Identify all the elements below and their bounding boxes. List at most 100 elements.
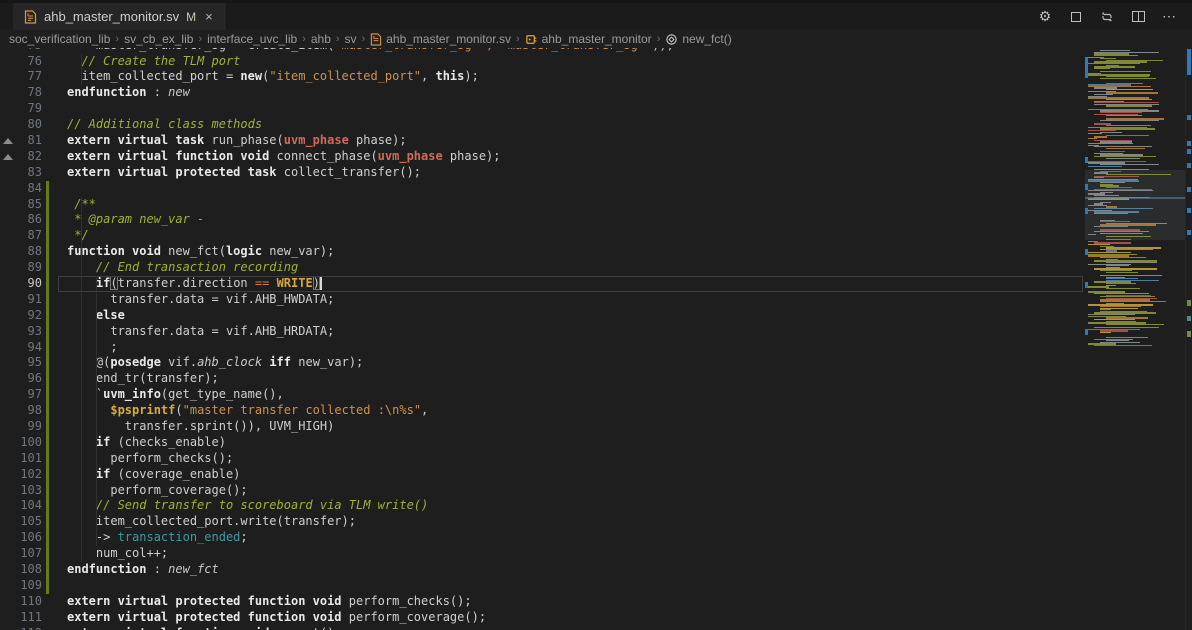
code-line[interactable]: 99 transfer.sprint()), UVM_HIGH)	[0, 419, 1085, 435]
code-line[interactable]: 90 if(transfer.direction == WRITE)	[0, 276, 1085, 292]
gutter-glyph-margin	[0, 546, 16, 562]
minimap-change-marker	[1085, 184, 1088, 190]
code-line[interactable]: 104 // Send transfer to scoreboard via T…	[0, 498, 1085, 514]
gutter-marker-icon	[0, 133, 16, 149]
tab-close-icon[interactable]: ×	[203, 9, 215, 24]
overview-ruler-marker	[1187, 230, 1191, 235]
gutter-glyph-margin	[0, 244, 16, 260]
more-actions-icon[interactable]: ⋯	[1158, 6, 1180, 28]
breadcrumb-item-ahb[interactable]: ahb	[311, 32, 331, 46]
gutter-glyph-margin	[0, 228, 16, 244]
code-line[interactable]: 108endfunction : new_fct	[0, 562, 1085, 578]
minimap[interactable]	[1085, 48, 1192, 630]
layout-square-icon[interactable]	[1065, 6, 1087, 28]
gutter-glyph-margin	[0, 324, 16, 340]
code-line[interactable]: 83extern virtual protected task collect_…	[0, 165, 1085, 181]
line-number: 84	[16, 181, 42, 197]
breadcrumb-item-ahb-master-monitor-sv[interactable]: ahb_master_monitor.sv	[370, 32, 511, 46]
change-gutter	[42, 197, 67, 213]
code-line[interactable]: 112extern virtual function void report()…	[0, 626, 1085, 630]
code-line[interactable]: 106 -> transaction_ended;	[0, 530, 1085, 546]
code-line[interactable]: 100 if (checks_enable)	[0, 435, 1085, 451]
code-text: if(transfer.direction == WRITE)	[67, 276, 1085, 292]
code-line[interactable]: 97 `uvm_info(get_type_name(),	[0, 387, 1085, 403]
code-line[interactable]: 96 end_tr(transfer);	[0, 371, 1085, 387]
overview-ruler-marker	[1187, 163, 1191, 168]
code-line[interactable]: 94 ;	[0, 340, 1085, 356]
change-gutter	[42, 101, 67, 117]
code-text: item_collected_port.write(transfer);	[67, 514, 1085, 530]
code-line[interactable]: 111extern virtual protected function voi…	[0, 610, 1085, 626]
code-line[interactable]: 78endfunction : new	[0, 85, 1085, 101]
breadcrumb-item-ahb-master-monitor[interactable]: ahb_master_monitor	[525, 32, 652, 46]
code-line[interactable]: 77 item_collected_port = new("item_colle…	[0, 69, 1085, 85]
change-gutter	[42, 483, 67, 499]
line-number: 92	[16, 308, 42, 324]
code-line[interactable]: 89 // End transaction recording	[0, 260, 1085, 276]
change-gutter	[42, 149, 67, 165]
code-line[interactable]: 82extern virtual function void connect_p…	[0, 149, 1085, 165]
code-editor[interactable]: 75 master_transfer_sg = create_item("mas…	[0, 48, 1192, 630]
breadcrumb-label: ahb_master_monitor	[542, 32, 652, 46]
code-text: perform_checks();	[67, 451, 1085, 467]
change-gutter	[42, 228, 67, 244]
code-line[interactable]: 92 else	[0, 308, 1085, 324]
code-line[interactable]: 84	[0, 181, 1085, 197]
tabbar-lead-space	[0, 3, 13, 30]
code-line[interactable]: 87 */	[0, 228, 1085, 244]
code-line[interactable]: 107 num_col++;	[0, 546, 1085, 562]
line-number: 95	[16, 355, 42, 371]
change-gutter	[42, 626, 67, 630]
line-number: 102	[16, 467, 42, 483]
line-number: 89	[16, 260, 42, 276]
code-text: @(posedge vif.ahb_clock iff new_var);	[67, 355, 1085, 371]
change-gutter	[42, 355, 67, 371]
breadcrumb-item-sv-cb-ex-lib[interactable]: sv_cb_ex_lib	[124, 32, 193, 46]
gutter-glyph-margin	[0, 530, 16, 546]
code-line[interactable]: 102 if (coverage_enable)	[0, 467, 1085, 483]
overview-ruler-marker	[1187, 115, 1191, 120]
added-lines-indicator	[46, 244, 49, 260]
code-line[interactable]: 79	[0, 101, 1085, 117]
split-editor-icon[interactable]	[1127, 6, 1149, 28]
code-line[interactable]: 86 * @param new_var -	[0, 212, 1085, 228]
change-gutter	[42, 467, 67, 483]
minimap-slider[interactable]	[1085, 170, 1185, 240]
change-gutter	[42, 387, 67, 403]
gutter-glyph-margin	[0, 626, 16, 630]
code-line[interactable]: 85 /**	[0, 197, 1085, 213]
code-line[interactable]: 98 $psprintf("master transfer collected …	[0, 403, 1085, 419]
line-number: 110	[16, 594, 42, 610]
tab-active[interactable]: ahb_master_monitor.sv M ×	[13, 3, 227, 30]
code-line[interactable]: 93 transfer.data = vif.AHB_HRDATA;	[0, 324, 1085, 340]
code-line[interactable]: 81extern virtual task run_phase(uvm_phas…	[0, 133, 1085, 149]
breadcrumb-separator: ›	[657, 33, 661, 45]
breadcrumb-label: sv	[345, 32, 357, 46]
breadcrumb-item-soc-verification-lib[interactable]: soc_verification_lib	[9, 32, 110, 46]
code-text: else	[67, 308, 1085, 324]
change-gutter	[42, 419, 67, 435]
code-line[interactable]: 80// Additional class methods	[0, 117, 1085, 133]
code-line[interactable]: 76 // Create the TLM port	[0, 54, 1085, 70]
added-lines-indicator	[46, 546, 49, 562]
code-line[interactable]: 91 transfer.data = vif.AHB_HWDATA;	[0, 292, 1085, 308]
code-line[interactable]: 101 perform_checks();	[0, 451, 1085, 467]
code-line[interactable]: 109	[0, 578, 1085, 594]
code-text: `uvm_info(get_type_name(),	[67, 387, 1085, 403]
code-text: endfunction : new_fct	[67, 562, 1085, 578]
gutter-glyph-margin	[0, 610, 16, 626]
gutter-glyph-margin	[0, 514, 16, 530]
code-line[interactable]: 105 item_collected_port.write(transfer);	[0, 514, 1085, 530]
code-line[interactable]: 95 @(posedge vif.ahb_clock iff new_var);	[0, 355, 1085, 371]
compare-changes-icon[interactable]	[1096, 6, 1118, 28]
code-line[interactable]: 103 perform_coverage();	[0, 483, 1085, 499]
line-number: 103	[16, 483, 42, 499]
breadcrumb-item-sv[interactable]: sv	[345, 32, 357, 46]
code-line[interactable]: 88function void new_fct(logic new_var);	[0, 244, 1085, 260]
code-line[interactable]: 110extern virtual protected function voi…	[0, 594, 1085, 610]
breadcrumb-label: sv_cb_ex_lib	[124, 32, 193, 46]
breadcrumb-item-interface-uvc-lib[interactable]: interface_uvc_lib	[207, 32, 297, 46]
settings-gear-icon[interactable]: ⚙	[1034, 6, 1056, 28]
code-text: num_col++;	[67, 546, 1085, 562]
breadcrumb-item-new-fct-[interactable]: new_fct()	[665, 32, 731, 46]
